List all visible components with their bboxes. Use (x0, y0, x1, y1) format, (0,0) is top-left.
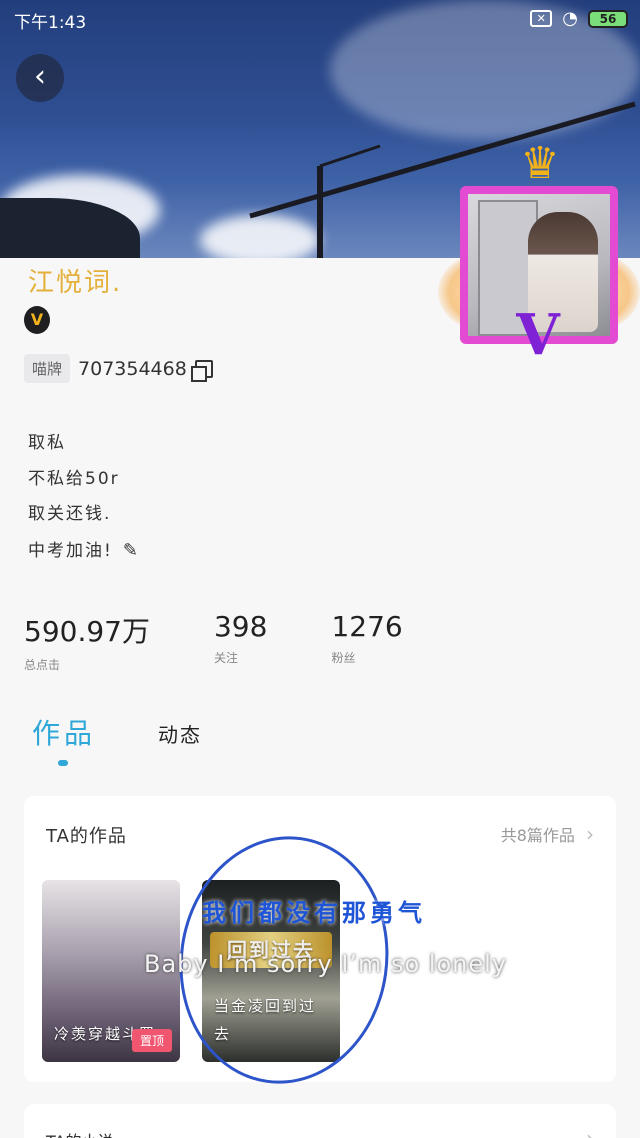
stat-label: 粉丝 (331, 651, 356, 665)
novels-card[interactable]: TA的小说 › (24, 1104, 616, 1138)
bio-line: 取关还钱. (28, 504, 112, 524)
bio-line: 不私给50r (28, 468, 120, 489)
stat-label: 总点击 (24, 658, 61, 672)
nickname: 江悦词. (28, 268, 123, 298)
chevron-left-icon: ‹ (34, 59, 46, 94)
status-time: 下午1:43 (14, 13, 87, 33)
works-count-link[interactable]: 共8篇作品 › (501, 822, 594, 846)
crown-icon: ♛ (520, 138, 560, 189)
avatar-frame[interactable]: ♛ V (438, 138, 640, 368)
stat-value: 1276 (331, 610, 403, 643)
user-id-row: 喵牌 707354468 (24, 354, 213, 383)
stat-value: 398 (213, 610, 268, 643)
user-id-number: 707354468 (78, 357, 187, 380)
stat-followers[interactable]: 1276 粉丝 (331, 610, 402, 673)
lyric-overlay-chinese: 我们都没有那勇气 (202, 899, 426, 927)
copy-icon[interactable] (190, 359, 213, 382)
active-tab-indicator (58, 760, 68, 766)
lyric-overlay-english: Baby I’m sorry I’m so lonely (144, 950, 508, 978)
works-card-title: TA的作品 (46, 826, 127, 847)
bio-line: 取私 (28, 433, 66, 453)
status-bar: 下午1:43 ✕ ◔ 56 (0, 6, 640, 34)
bio-line: 中考加油! (28, 540, 113, 561)
sim-off-icon: ✕ (530, 10, 553, 27)
tab-news[interactable]: 动态 (158, 719, 202, 752)
stats-row: 590.97万 总点击 398 关注 1276 粉丝 (24, 610, 467, 673)
stat-total-clicks[interactable]: 590.97万 总点击 (24, 610, 150, 673)
pinned-badge: 置顶 (131, 1029, 172, 1052)
back-button[interactable]: ‹ (16, 54, 64, 102)
battery-icon: 56 (588, 9, 628, 28)
wifi-icon: ◔ (562, 8, 578, 29)
chevron-right-icon: › (586, 1126, 594, 1138)
novels-card-title: TA的小说 (46, 1128, 113, 1138)
works-count-label: 共8篇作品 (500, 826, 575, 845)
vip-crown-badge-icon[interactable]: V (24, 306, 50, 334)
bio-line-last: 中考加油! ✎ (28, 533, 140, 570)
v-badge-icon: V (516, 302, 560, 368)
stat-value: 590.97万 (24, 615, 150, 648)
stat-label: 关注 (213, 651, 238, 665)
id-tag: 喵牌 (24, 354, 71, 383)
edit-icon[interactable]: ✎ (123, 533, 140, 569)
bio: 取私 不私给50r 取关还钱. 中考加油! ✎ (28, 426, 140, 569)
profile-tabs: 作品 动态 (32, 712, 202, 766)
tab-works[interactable]: 作品 (32, 712, 96, 752)
chevron-right-icon: › (586, 822, 594, 846)
stat-following[interactable]: 398 关注 (214, 610, 267, 673)
